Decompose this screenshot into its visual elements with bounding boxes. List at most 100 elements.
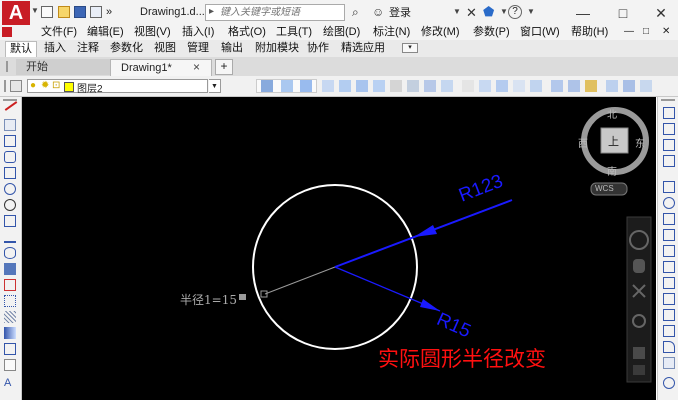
app-menu-arrow-icon[interactable]: ▼ xyxy=(31,6,39,15)
dim-space-icon[interactable] xyxy=(513,80,525,92)
arc-length-icon[interactable] xyxy=(356,80,368,92)
document-icon[interactable] xyxy=(2,27,12,37)
region-icon[interactable] xyxy=(4,343,16,355)
table-icon[interactable] xyxy=(4,359,16,371)
arc-icon[interactable] xyxy=(4,183,16,195)
baseline-dim-icon[interactable] xyxy=(479,80,491,92)
move-icon[interactable] xyxy=(663,197,675,209)
menu-draw[interactable]: 绘图(D) xyxy=(323,26,360,39)
jogged-linear-icon[interactable] xyxy=(606,80,618,92)
new-icon[interactable] xyxy=(41,6,53,18)
mirror-icon[interactable] xyxy=(663,139,675,151)
make-block-icon[interactable] xyxy=(4,279,16,291)
explode-icon[interactable] xyxy=(663,357,675,369)
layer-dropdown[interactable]: ● ✹ ⊡ 图层2 xyxy=(27,79,208,95)
restore-button[interactable]: □ xyxy=(610,3,636,23)
tab-manage[interactable]: 管理 xyxy=(183,41,213,56)
hatch-icon[interactable] xyxy=(4,311,16,323)
construction-line-icon[interactable] xyxy=(4,119,16,131)
close-tab-icon[interactable]: × xyxy=(193,60,200,74)
tab-view[interactable]: 视图 xyxy=(150,41,180,56)
close-button[interactable]: ✕ xyxy=(648,3,674,23)
tab-addins[interactable]: 附加模块 xyxy=(251,41,303,56)
showmotion-icon[interactable] xyxy=(633,347,645,359)
join-icon[interactable] xyxy=(663,309,675,321)
viewcube-top[interactable]: 上 xyxy=(608,133,619,149)
doc-restore-button[interactable]: □ xyxy=(643,26,649,37)
trim-icon[interactable] xyxy=(663,261,675,273)
angular-dim-icon[interactable] xyxy=(441,80,453,92)
search-input[interactable] xyxy=(206,5,340,20)
tab-insert[interactable]: 插入 xyxy=(40,41,70,56)
erase-icon[interactable] xyxy=(663,107,675,119)
apps-dropdown-icon[interactable]: ▼ xyxy=(500,7,508,16)
spline-icon[interactable] xyxy=(4,231,16,243)
menu-window[interactable]: 窗口(W) xyxy=(520,26,560,39)
match-layer-icon[interactable] xyxy=(281,80,293,92)
menu-insert[interactable]: 插入(I) xyxy=(182,26,214,39)
revision-cloud-icon[interactable] xyxy=(4,215,16,227)
extend-icon[interactable] xyxy=(663,277,675,289)
ellipse-icon[interactable] xyxy=(4,247,16,259)
blend-icon[interactable] xyxy=(663,377,675,389)
viewcube-north[interactable]: 北 xyxy=(607,106,617,121)
menu-modify[interactable]: 修改(M) xyxy=(421,26,460,39)
exchange-icon[interactable]: ✕ xyxy=(466,5,477,21)
tab-default[interactable]: 默认 xyxy=(5,41,37,57)
parameter-lock-icon[interactable] xyxy=(239,294,246,300)
menu-edit[interactable]: 编辑(E) xyxy=(87,26,124,39)
layer-dropdown-arrow-icon[interactable]: ▼ xyxy=(209,79,221,93)
doc-minimize-button[interactable]: — xyxy=(624,26,634,37)
doc-close-button[interactable]: ✕ xyxy=(662,26,670,37)
save-icon[interactable] xyxy=(74,6,86,18)
add-tab-button[interactable]: + xyxy=(215,59,233,75)
login-button[interactable]: 登录 xyxy=(389,5,411,21)
user-icon[interactable]: ☺ xyxy=(372,5,384,19)
jogged-dim-icon[interactable] xyxy=(407,80,419,92)
viewcube-west[interactable]: 西 xyxy=(578,135,588,150)
menu-help[interactable]: 帮助(H) xyxy=(571,26,608,39)
menu-view[interactable]: 视图(V) xyxy=(134,26,171,39)
tolerance-icon[interactable] xyxy=(551,80,563,92)
polyline-icon[interactable] xyxy=(4,135,16,147)
gradient-icon[interactable] xyxy=(4,327,16,339)
application-menu-button[interactable]: A xyxy=(2,1,30,25)
viewcube-east[interactable]: 东 xyxy=(635,135,645,150)
help-button[interactable]: ? xyxy=(508,5,522,19)
autodesk-app-icon[interactable]: ⬟ xyxy=(483,4,494,20)
viewcube[interactable] xyxy=(581,107,649,196)
polygon-icon[interactable] xyxy=(4,151,16,163)
dim-text-edit-icon[interactable] xyxy=(640,80,652,92)
menu-parametric[interactable]: 参数(P) xyxy=(473,26,510,39)
ribbon-toggle-icon[interactable]: ▾ xyxy=(402,43,418,53)
tab-parametric[interactable]: 参数化 xyxy=(106,41,147,56)
rectangle-icon[interactable] xyxy=(4,167,16,179)
tab-featured-apps[interactable]: 精选应用 xyxy=(337,41,389,56)
tab-annotate[interactable]: 注释 xyxy=(73,41,103,56)
drawing-area[interactable]: 北 南 西 东 上 WCS R123 R15 半径1=15 实际圆形半径改变 xyxy=(22,97,656,400)
circle-icon[interactable] xyxy=(4,199,16,211)
dim-break-icon[interactable] xyxy=(530,80,542,92)
scale-icon[interactable] xyxy=(663,229,675,241)
copy-icon[interactable] xyxy=(663,123,675,135)
rotate-icon[interactable] xyxy=(663,213,675,225)
viewcube-south[interactable]: 南 xyxy=(607,163,617,178)
mtext-icon[interactable]: A xyxy=(4,377,16,389)
offset-icon[interactable] xyxy=(663,155,675,167)
parameter-label[interactable]: 半径1=15 xyxy=(180,291,237,308)
make-current-icon[interactable] xyxy=(261,80,273,92)
binoculars-icon[interactable]: ⌕ xyxy=(352,5,359,20)
radius-dim-icon[interactable] xyxy=(390,80,402,92)
minimize-button[interactable]: — xyxy=(570,3,596,23)
ordinate-dim-icon[interactable] xyxy=(373,80,385,92)
more-tools-icon[interactable]: » xyxy=(106,6,112,18)
tab-output[interactable]: 输出 xyxy=(217,41,247,56)
linear-dim-icon[interactable] xyxy=(322,80,334,92)
help-dropdown-icon[interactable]: ▼ xyxy=(527,7,535,16)
array-icon[interactable] xyxy=(663,181,675,193)
tab-collaborate[interactable]: 协作 xyxy=(303,41,333,56)
diameter-dim-icon[interactable] xyxy=(424,80,436,92)
open-icon[interactable] xyxy=(58,6,70,18)
search-box[interactable]: ▸ xyxy=(205,4,345,21)
insert-block-icon[interactable] xyxy=(4,263,16,275)
